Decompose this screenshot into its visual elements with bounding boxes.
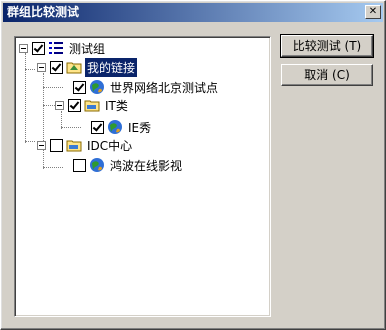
collapse-toggle[interactable] <box>19 43 28 53</box>
list-icon <box>48 40 64 56</box>
folder-icon <box>66 137 82 153</box>
tree-connector <box>43 167 63 168</box>
globe-icon <box>89 79 105 95</box>
group-tree[interactable]: 测试组 我的链接 世界网络北京测试点 IT类 IE秀 IDC中心 鸿波在线影视 <box>14 36 271 317</box>
tree-node-group[interactable]: 我的链接 <box>37 57 138 77</box>
folder-icon <box>66 59 82 75</box>
group-checkbox[interactable] <box>50 60 63 74</box>
tree-node-label: IE秀 <box>128 120 152 135</box>
window-title: 群组比较测试 <box>7 5 80 19</box>
tree-node-label: 世界网络北京测试点 <box>110 80 219 95</box>
tree-connector <box>43 87 63 88</box>
tree-node-group[interactable]: IT类 <box>55 96 130 114</box>
tree-connector <box>43 73 44 143</box>
tree-connector <box>25 69 35 70</box>
tree-node-label: 测试组 <box>69 41 106 56</box>
tree-node-label: IDC中心 <box>87 138 133 153</box>
tree-node-label: IT类 <box>105 98 128 113</box>
tree-node-root[interactable]: 测试组 <box>19 39 107 57</box>
dialog-window: 群组比较测试 ✕ 测试组 我的链接 世界网络北京测试点 IT类 IE秀 IDC中… <box>0 0 386 330</box>
tree-node-label: 鸿波在线影视 <box>110 158 183 173</box>
tree-node-label: 我的链接 <box>85 57 138 77</box>
title-bar[interactable]: 群组比较测试 ✕ <box>3 3 383 22</box>
collapse-toggle[interactable] <box>37 140 46 150</box>
collapse-toggle[interactable] <box>37 62 46 72</box>
folder-icon <box>84 97 100 113</box>
item-checkbox[interactable] <box>73 80 86 94</box>
root-checkbox[interactable] <box>32 41 45 55</box>
cancel-button[interactable]: 取消 (C) <box>281 64 373 86</box>
item-checkbox[interactable] <box>91 120 104 134</box>
group-checkbox[interactable] <box>68 98 81 112</box>
globe-icon <box>107 119 123 135</box>
group-checkbox[interactable] <box>50 138 63 152</box>
tree-connector <box>61 127 81 128</box>
close-button[interactable]: ✕ <box>365 5 381 19</box>
item-checkbox[interactable] <box>73 158 86 172</box>
tree-node-item[interactable]: IE秀 <box>91 118 153 136</box>
tree-connector <box>25 53 26 143</box>
tree-node-group[interactable]: IDC中心 <box>37 136 134 154</box>
tree-node-item[interactable]: 鸿波在线影视 <box>73 156 184 174</box>
collapse-toggle[interactable] <box>55 100 64 110</box>
compare-test-button[interactable]: 比较测试 (T) <box>280 34 374 58</box>
close-icon: ✕ <box>368 6 378 17</box>
globe-icon <box>89 157 105 173</box>
tree-connector <box>25 141 35 142</box>
tree-node-item[interactable]: 世界网络北京测试点 <box>73 78 220 96</box>
